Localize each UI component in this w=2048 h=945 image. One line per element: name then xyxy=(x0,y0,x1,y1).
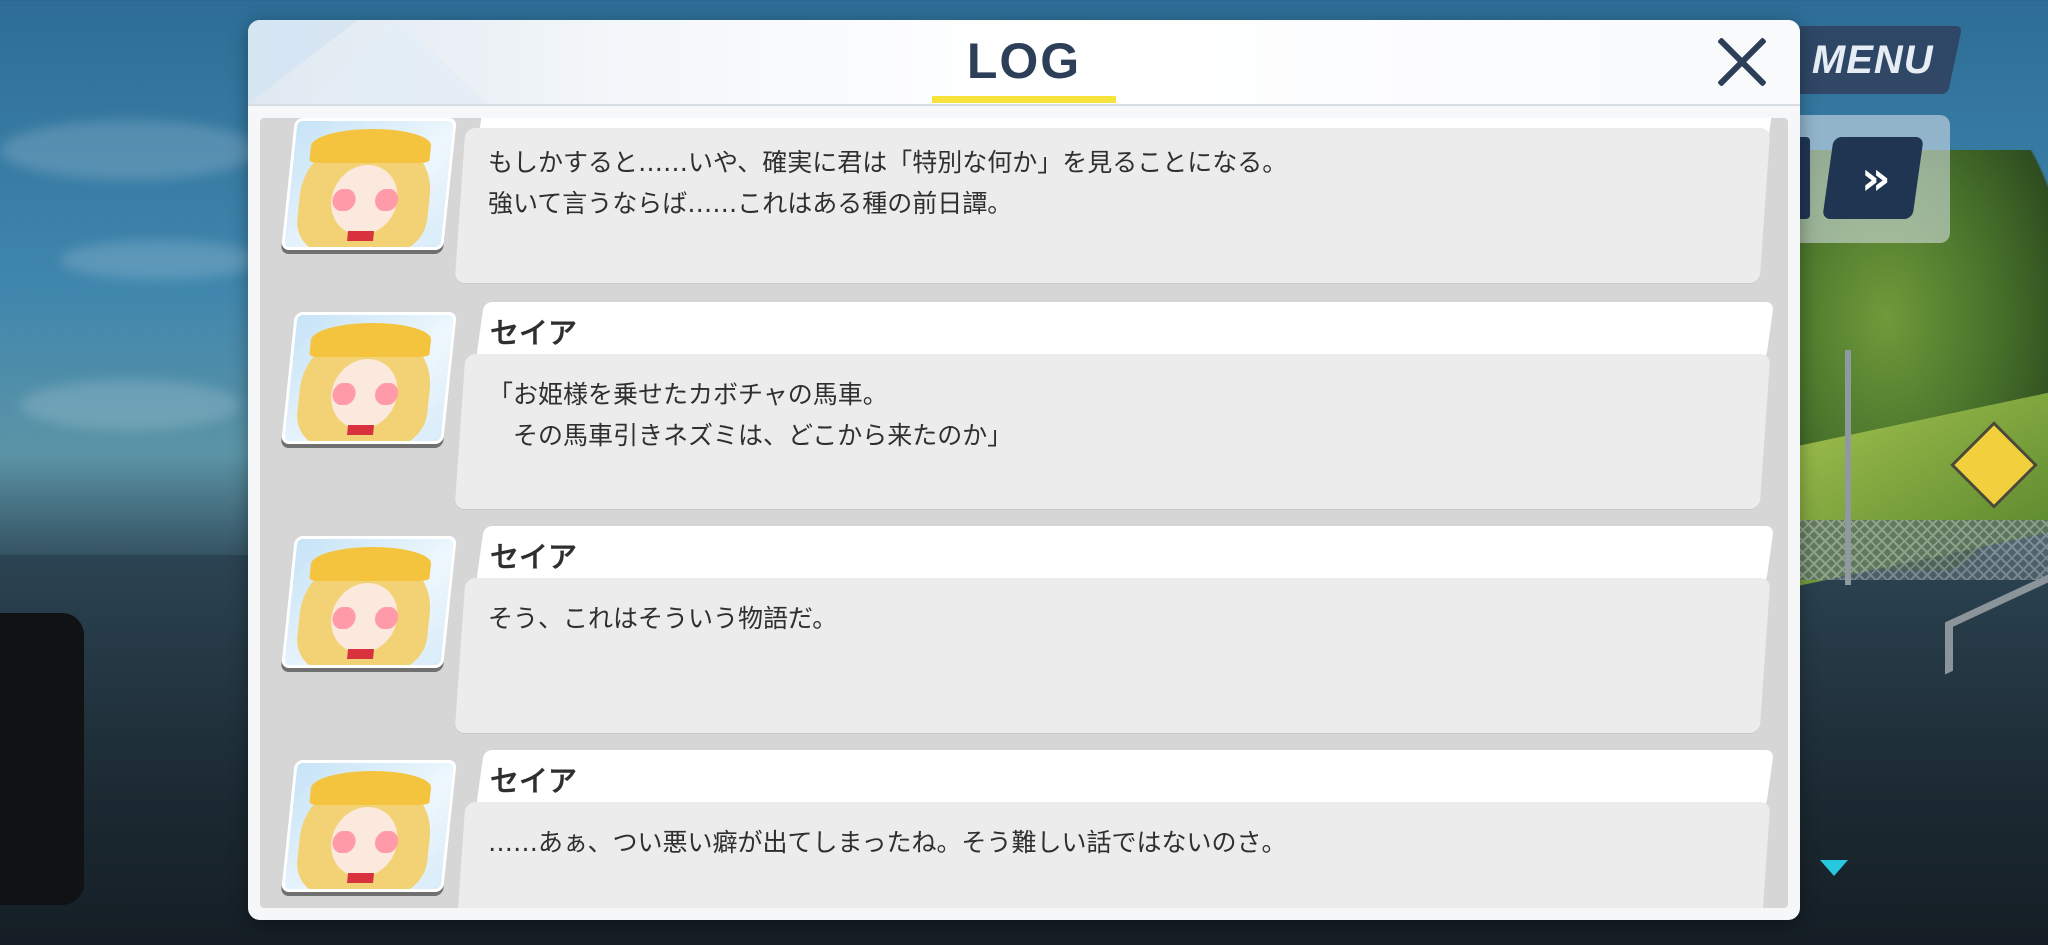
log-header: LOG xyxy=(248,20,1800,106)
speaker-name-plate xyxy=(475,526,1775,584)
dialogue-text: もしかすると……いや、確実に君は「特別な何か」を見ることになる。 強いて言うなら… xyxy=(488,148,1288,218)
triangle-down-icon xyxy=(1820,860,1848,876)
fast-forward-icon: » xyxy=(1861,151,1885,205)
speaker-portrait xyxy=(281,536,457,668)
cloud xyxy=(20,380,240,430)
cloud xyxy=(0,120,260,180)
speaker-portrait xyxy=(281,312,457,444)
menu-label: MENU xyxy=(1811,37,1934,82)
speaker-portrait xyxy=(281,118,457,250)
log-entry: セイア そう、これはそういう物語だ。 xyxy=(260,526,1788,736)
log-title: LOG xyxy=(966,33,1082,89)
menu-button[interactable]: MENU xyxy=(1782,26,1963,94)
dialogue-text: 「お姫様を乗せたカボチャの馬車。 その馬車引きネズミは、どこから来たのか」 xyxy=(488,380,1013,450)
close-icon[interactable] xyxy=(1714,34,1770,90)
log-dialog: LOG もしかすると……いや、確実に君は「特別な何か」を見ることになる。 強いて… xyxy=(248,20,1800,920)
speaker-name-plate xyxy=(475,750,1775,808)
log-scroll-area[interactable]: もしかすると……いや、確実に君は「特別な何か」を見ることになる。 強いて言うなら… xyxy=(260,118,1788,908)
log-entry: セイア ……あぁ、つい悪い癖が出てしまったね。そう難しい話ではないのさ。 xyxy=(260,750,1788,908)
log-entry: セイア 「お姫様を乗せたカボチャの馬車。 その馬車引きネズミは、どこから来たのか… xyxy=(260,302,1788,512)
speaker-name: セイア xyxy=(490,540,578,574)
speaker-name-plate xyxy=(475,302,1775,360)
dialogue-text: そう、これはそういう物語だ。 xyxy=(488,604,838,633)
speaker-portrait xyxy=(281,760,457,892)
dialogue-text: ……あぁ、つい悪い癖が出てしまったね。そう難しい話ではないのさ。 xyxy=(488,828,1287,857)
left-dark-panel xyxy=(0,613,84,905)
log-entry: もしかすると……いや、確実に君は「特別な何か」を見ることになる。 強いて言うなら… xyxy=(260,118,1788,283)
street-lamp-pole xyxy=(1845,350,1851,585)
skip-button[interactable]: » xyxy=(1822,137,1924,219)
speaker-name: セイア xyxy=(490,764,578,798)
title-underline xyxy=(932,96,1116,103)
speaker-name: セイア xyxy=(490,316,578,350)
cloud xyxy=(60,240,260,280)
fence xyxy=(1795,520,2048,580)
